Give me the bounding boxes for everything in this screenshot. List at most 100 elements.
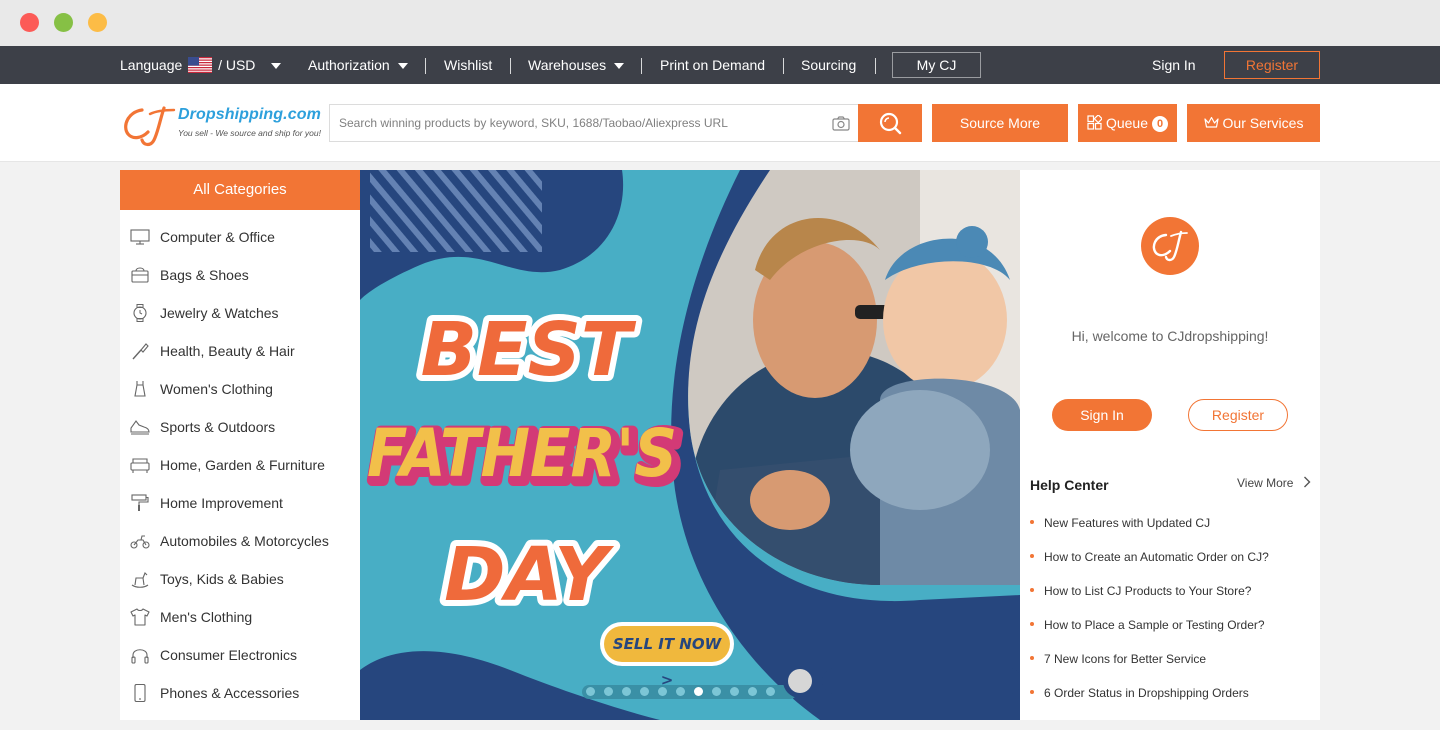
slide-dot[interactable] — [748, 687, 757, 696]
my-cj-button[interactable]: My CJ — [892, 52, 981, 78]
view-more-link[interactable]: View More — [1237, 476, 1311, 490]
category-phones-accessories[interactable]: Phones & Accessories — [120, 674, 360, 712]
bag-icon — [131, 267, 149, 283]
slide-dot[interactable] — [640, 687, 649, 696]
register-button[interactable]: Register — [1224, 51, 1320, 79]
slide-dot[interactable] — [694, 687, 703, 696]
authorization-menu[interactable]: Authorization — [308, 46, 408, 84]
slide-dot[interactable] — [604, 687, 613, 696]
slide-dot[interactable] — [676, 687, 685, 696]
category-health-beauty-hair[interactable]: Health, Beauty & Hair — [120, 332, 360, 370]
category-home-improvement[interactable]: Home Improvement — [120, 484, 360, 522]
sell-it-now-button[interactable]: SELL IT NOW > — [600, 622, 734, 689]
help-link-label: New Features with Updated CJ — [1044, 516, 1211, 530]
category-computer-office[interactable]: Computer & Office — [120, 218, 360, 256]
help-link[interactable]: 6 Order Status in Dropshipping Orders — [1030, 686, 1249, 700]
divider — [425, 58, 426, 74]
slide-dot[interactable] — [586, 687, 595, 696]
phone-icon — [134, 684, 146, 702]
slide-dot[interactable] — [730, 687, 739, 696]
category-jewelry-watches[interactable]: Jewelry & Watches — [120, 294, 360, 332]
slide-dot[interactable] — [622, 687, 631, 696]
category-label: Jewelry & Watches — [160, 305, 279, 321]
divider — [783, 58, 784, 74]
bullet-icon — [1030, 554, 1034, 558]
panel-sign-in-button[interactable]: Sign In — [1052, 399, 1152, 431]
category-bags-shoes[interactable]: Bags & Shoes — [120, 256, 360, 294]
help-link[interactable]: How to Place a Sample or Testing Order? — [1030, 618, 1265, 632]
rocking-horse-icon — [131, 572, 149, 588]
panel-register-button[interactable]: Register — [1188, 399, 1288, 431]
paint-roller-icon — [131, 494, 149, 511]
queue-button[interactable]: Queue 0 — [1078, 104, 1177, 142]
help-link-label: 6 Order Status in Dropshipping Orders — [1044, 686, 1249, 700]
category-toys-kids-babies[interactable]: Toys, Kids & Babies — [120, 560, 360, 598]
cj-logo-icon — [1152, 230, 1188, 262]
category-mens-clothing[interactable]: Men's Clothing — [120, 598, 360, 636]
hero-banner[interactable]: BEST BEST FATHER'S FATHER'S DAY DAY SELL… — [360, 170, 1020, 720]
help-link[interactable]: How to Create an Automatic Order on CJ? — [1030, 550, 1269, 564]
banner-headline: BEST BEST FATHER'S FATHER'S DAY DAY — [365, 301, 687, 620]
language-selector[interactable]: Language / USD — [120, 46, 282, 84]
authorization-label: Authorization — [308, 57, 390, 73]
sell-it-now-label: SELL IT NOW > — [604, 626, 730, 689]
window-titlebar — [0, 0, 1440, 46]
category-label: Health, Beauty & Hair — [160, 343, 295, 359]
category-home-garden-furniture[interactable]: Home, Garden & Furniture — [120, 446, 360, 484]
chevron-down-icon — [397, 63, 408, 70]
sign-in-link[interactable]: Sign In — [1152, 46, 1196, 84]
site-header: Dropshipping.com You sell - We source an… — [0, 84, 1440, 162]
brush-icon — [132, 343, 149, 360]
source-more-button[interactable]: Source More — [932, 104, 1068, 142]
us-flag-icon — [188, 57, 213, 73]
camera-icon[interactable] — [832, 116, 850, 131]
sneaker-icon — [130, 420, 150, 435]
all-categories-header[interactable]: All Categories — [120, 170, 360, 210]
divider — [510, 58, 511, 74]
chevron-down-icon — [271, 63, 282, 70]
minimize-window-button[interactable] — [54, 13, 73, 32]
category-label: Home Improvement — [160, 495, 283, 511]
print-on-demand-link[interactable]: Print on Demand — [660, 46, 765, 84]
motorcycle-icon — [130, 535, 150, 549]
slide-dot[interactable] — [766, 687, 775, 696]
category-consumer-electronics[interactable]: Consumer Electronics — [120, 636, 360, 674]
bullet-icon — [1030, 656, 1034, 660]
maximize-window-button[interactable] — [88, 13, 107, 32]
category-womens-clothing[interactable]: Women's Clothing — [120, 370, 360, 408]
dress-icon — [134, 381, 146, 397]
search-input[interactable] — [330, 105, 820, 141]
category-label: Automobiles & Motorcycles — [160, 533, 329, 549]
shirt-icon — [130, 608, 150, 626]
currency-label: / USD — [218, 57, 256, 73]
logo-tagline: You sell - We source and ship for you! — [178, 128, 322, 138]
search-button[interactable] — [858, 104, 922, 142]
chevron-right-icon — [1303, 476, 1311, 488]
crown-icon — [1203, 116, 1219, 128]
bullet-icon — [1030, 690, 1034, 694]
bullet-icon — [1030, 622, 1034, 626]
language-label: Language — [120, 57, 183, 73]
cj-avatar — [1141, 217, 1199, 275]
headphones-icon — [131, 649, 149, 664]
wishlist-link[interactable]: Wishlist — [444, 46, 492, 84]
help-link-label: How to Create an Automatic Order on CJ? — [1044, 550, 1269, 564]
sofa-icon — [130, 458, 150, 473]
top-bar: Language / USD Authorization Wishlist Wa… — [0, 46, 1440, 84]
bullet-icon — [1030, 520, 1034, 524]
help-link[interactable]: 7 New Icons for Better Service — [1030, 652, 1206, 666]
category-automobiles-motorcycles[interactable]: Automobiles & Motorcycles — [120, 522, 360, 560]
welcome-text: Hi, welcome to CJdropshipping! — [1071, 328, 1269, 344]
slide-dot[interactable] — [712, 687, 721, 696]
help-link[interactable]: New Features with Updated CJ — [1030, 516, 1210, 530]
category-sports-outdoors[interactable]: Sports & Outdoors — [120, 408, 360, 446]
cj-logo[interactable]: Dropshipping.com You sell - We source an… — [120, 102, 325, 148]
our-services-button[interactable]: Our Services — [1187, 104, 1320, 142]
bullet-icon — [1030, 588, 1034, 592]
help-link[interactable]: How to List CJ Products to Your Store? — [1030, 584, 1251, 598]
warehouses-menu[interactable]: Warehouses — [528, 46, 625, 84]
help-link-label: How to List CJ Products to Your Store? — [1044, 584, 1252, 598]
sourcing-link[interactable]: Sourcing — [801, 46, 856, 84]
close-window-button[interactable] — [20, 13, 39, 32]
category-label: Toys, Kids & Babies — [160, 571, 284, 587]
